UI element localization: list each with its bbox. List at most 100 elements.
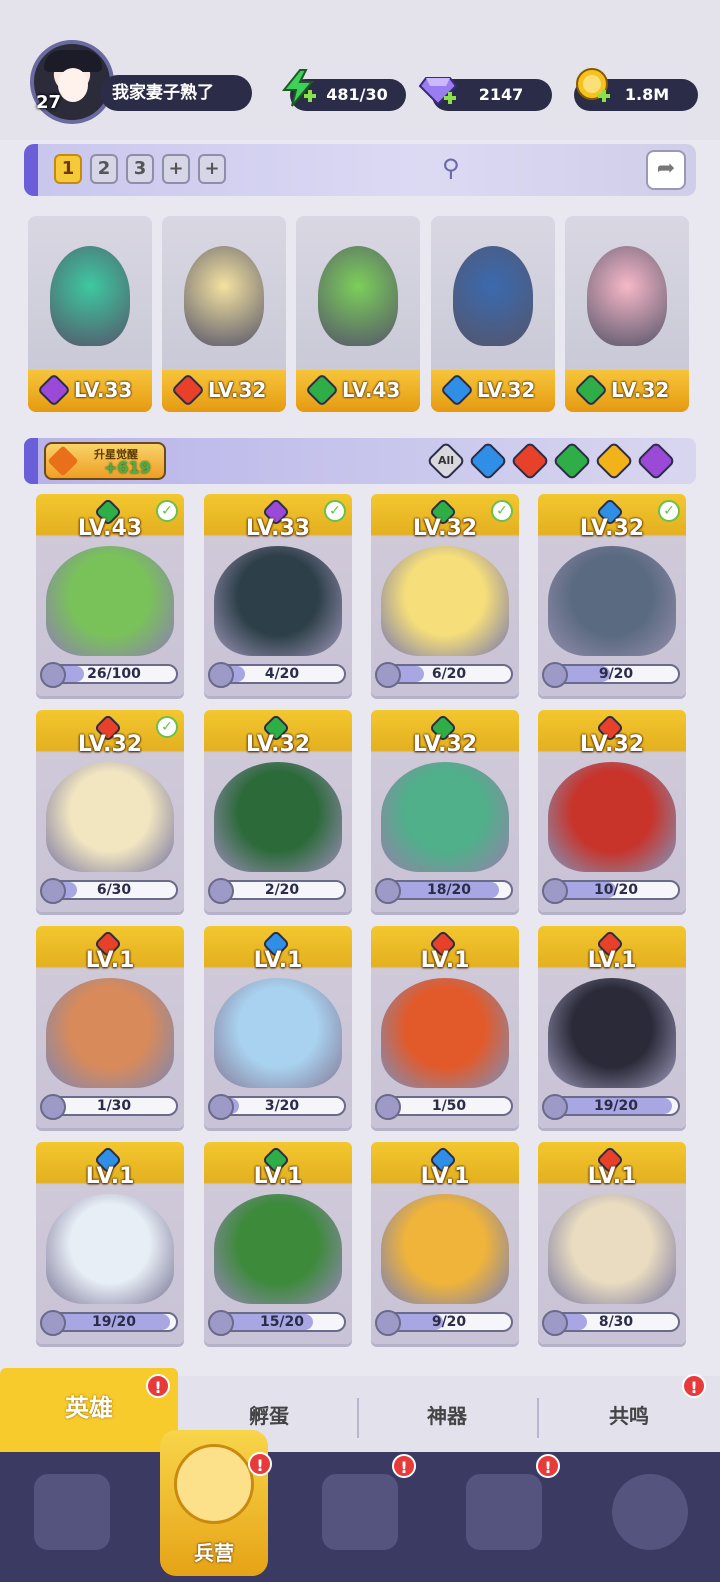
hero-level: LV.32 [579,732,645,757]
shard-count: 19/20 [593,1098,639,1114]
hero-portrait [548,978,676,1088]
checkmark-icon: ✓ [156,500,178,522]
filter-all-label: All [437,454,455,467]
hero-card[interactable]: LV.1 3/20 [204,926,352,1128]
shard-icon [208,662,234,688]
hero-level: LV.1 [420,1164,470,1189]
hero-card[interactable]: LV.32 6/30 ✓ [36,710,184,912]
hero-portrait [318,246,398,346]
team-hero-card[interactable]: LV.43 [296,216,420,412]
team-tab-add-2[interactable]: + [198,154,226,184]
gold-coin-icon [576,68,610,102]
hero-card[interactable]: LV.33 4/20 ✓ [204,494,352,696]
shard-icon [542,1094,568,1120]
checkmark-icon: ✓ [156,716,178,738]
filter-wind-icon[interactable] [552,441,592,481]
shard-count: 6/30 [96,882,132,898]
shard-progress-bar: 8/30 [552,1312,680,1332]
nav-shrine-icon[interactable] [466,1474,542,1550]
hero-portrait [214,1194,342,1304]
shard-icon [375,878,401,904]
shard-count: 8/30 [598,1314,634,1330]
team-tab-add-1[interactable]: + [162,154,190,184]
team-hero-card[interactable]: LV.32 [162,216,286,412]
shard-progress-bar: 15/20 [218,1312,346,1332]
hero-level: LV.1 [420,948,470,973]
filter-fire-icon[interactable] [510,441,550,481]
nav-guild-icon[interactable] [612,1474,688,1550]
shard-progress-bar: 3/20 [218,1096,346,1116]
hero-level: LV.32 [245,732,311,757]
hero-card[interactable]: LV.32 2/20 [204,710,352,912]
shard-count: 9/20 [598,666,634,682]
hero-card[interactable]: LV.32 18/20 [371,710,519,912]
barracks-emblem-icon [174,1444,254,1524]
hero-card[interactable]: LV.32 9/20 ✓ [538,494,686,696]
filter-light-icon[interactable] [594,441,634,481]
alert-badge: ! [536,1454,560,1478]
bar-edge [24,438,38,484]
hero-card[interactable]: LV.1 1/30 [36,926,184,1128]
shard-progress-bar: 4/20 [218,664,346,684]
nav-barracks[interactable]: 兵营 ! [160,1430,272,1576]
hero-portrait [587,246,667,346]
team-tab-3[interactable]: 3 [126,154,154,184]
shard-icon [40,1310,66,1336]
search-icon[interactable]: ⚲ [442,154,460,182]
hero-card[interactable]: LV.1 8/30 [538,1142,686,1344]
shard-progress-bar: 9/20 [552,664,680,684]
team-hero-card[interactable]: LV.33 [28,216,152,412]
shard-progress-bar: 6/20 [385,664,513,684]
energy-value: 481/30 [326,85,388,104]
hero-level: LV.43 [342,378,401,402]
shard-progress-bar: 18/20 [385,880,513,900]
sub-tab-bar: 英雄 孵蛋 神器 共鸣 ! ! [0,1368,720,1452]
team-hero-card[interactable]: LV.32 [565,216,689,412]
hero-level: LV.32 [412,732,478,757]
filter-all[interactable]: All [426,441,466,481]
shard-icon [208,1094,234,1120]
hero-card[interactable]: LV.1 19/20 [36,1142,184,1344]
shard-icon [40,662,66,688]
checkmark-icon: ✓ [324,500,346,522]
hero-card[interactable]: LV.1 19/20 [538,926,686,1128]
filter-water-icon[interactable] [468,441,508,481]
hero-card[interactable]: LV.43 26/100 ✓ [36,494,184,696]
team-tab-1[interactable]: 1 [54,154,82,184]
shard-count: 2/20 [264,882,300,898]
team-tab-2[interactable]: 2 [90,154,118,184]
shard-progress-bar: 2/20 [218,880,346,900]
shard-progress-bar: 6/30 [50,880,178,900]
hero-card[interactable]: LV.1 15/20 [204,1142,352,1344]
hero-card[interactable]: LV.1 9/20 [371,1142,519,1344]
avatar-face [58,68,88,102]
hero-card[interactable]: LV.32 6/20 ✓ [371,494,519,696]
alert-badge: ! [392,1454,416,1478]
bottom-nav: ! ! [0,1452,720,1582]
hero-level: LV.32 [477,378,536,402]
hero-card[interactable]: LV.1 1/50 [371,926,519,1128]
gems-value: 2147 [478,85,524,104]
alert-badge: ! [682,1374,706,1398]
nav-cards-icon[interactable] [34,1474,110,1550]
hero-level: LV.1 [587,1164,637,1189]
bar-edge [24,144,38,196]
shard-icon [208,878,234,904]
hero-portrait [184,246,264,346]
team-hero-card[interactable]: LV.32 [431,216,555,412]
player-avatar[interactable]: 27 [30,40,114,124]
awaken-button[interactable]: 升星觉醒 +619 [44,442,166,480]
nav-book-icon[interactable] [322,1474,398,1550]
hero-portrait [50,246,130,346]
hero-card[interactable]: LV.32 10/20 [538,710,686,912]
team-selector-bar: 1 2 3 + + ⚲ ➦ [24,144,696,196]
share-icon[interactable]: ➦ [646,150,686,190]
filter-dark-icon[interactable] [636,441,676,481]
tab-artifacts[interactable]: 神器 [358,1376,536,1452]
shard-icon [375,1310,401,1336]
hero-portrait [46,762,174,872]
checkmark-icon: ✓ [658,500,680,522]
hero-level: LV.33 [74,378,133,402]
hero-portrait [46,546,174,656]
hero-level: LV.1 [587,948,637,973]
